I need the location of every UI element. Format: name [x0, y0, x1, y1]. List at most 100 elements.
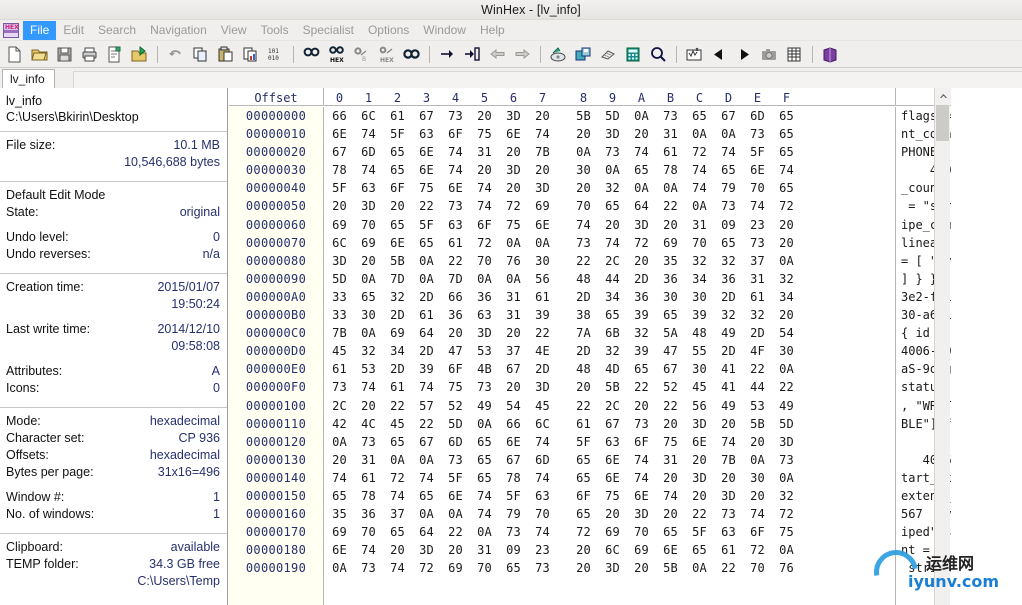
- hex-byte[interactable]: 39: [412, 360, 441, 378]
- hex-byte[interactable]: 73: [598, 143, 627, 161]
- hex-byte[interactable]: 20: [528, 107, 557, 125]
- hex-byte[interactable]: 70: [743, 179, 772, 197]
- toolbar-script-button[interactable]: [682, 42, 707, 66]
- hex-byte[interactable]: 34: [598, 288, 627, 306]
- hex-byte[interactable]: 65: [383, 161, 412, 179]
- hex-byte[interactable]: 7B: [528, 143, 557, 161]
- hex-byte[interactable]: 63: [598, 433, 627, 451]
- hex-row[interactable]: 42 4C 45 22 5D 0A 66 6C 61 67 73 20 3D 20 5B 5D: [325, 415, 891, 433]
- menu-item-tools[interactable]: Tools: [254, 21, 296, 40]
- hex-row[interactable]: 0A 73 74 72 69 70 65 73 20 3D 20 5B 0A 22 70 76: [325, 559, 891, 577]
- hex-byte[interactable]: 53: [743, 397, 772, 415]
- hex-byte[interactable]: 65: [354, 288, 383, 306]
- hex-byte[interactable]: 5B: [743, 415, 772, 433]
- hex-byte[interactable]: 54: [499, 397, 528, 415]
- hex-byte[interactable]: 73: [441, 197, 470, 215]
- hex-byte[interactable]: 30: [569, 161, 598, 179]
- hex-byte[interactable]: 0A: [470, 523, 499, 541]
- hex-row[interactable]: 6E 74 20 3D 20 31 09 23 20 6C 69 6E 65 61 72 0A: [325, 541, 891, 559]
- hex-byte[interactable]: 0A: [412, 451, 441, 469]
- hex-byte[interactable]: 69: [441, 559, 470, 577]
- hex-byte[interactable]: 0A: [714, 125, 743, 143]
- hex-byte[interactable]: 37: [743, 252, 772, 270]
- hex-byte[interactable]: 3D: [598, 125, 627, 143]
- hex-byte[interactable]: 09: [714, 216, 743, 234]
- hex-byte[interactable]: 20: [685, 487, 714, 505]
- hex-byte[interactable]: 6E: [325, 541, 354, 559]
- hex-byte[interactable]: 30: [772, 342, 801, 360]
- hex-row[interactable]: 33 65 32 2D 66 36 31 61 2D 34 36 30 30 2D 61 34: [325, 288, 891, 306]
- hex-byte[interactable]: 6D: [441, 433, 470, 451]
- vertical-scrollbar[interactable]: [934, 88, 951, 605]
- hex-byte[interactable]: 74: [412, 469, 441, 487]
- hex-byte[interactable]: 0A: [499, 234, 528, 252]
- hex-byte[interactable]: 52: [441, 397, 470, 415]
- hex-byte[interactable]: 74: [598, 234, 627, 252]
- hex-byte[interactable]: 0A: [772, 252, 801, 270]
- hex-byte[interactable]: 70: [470, 559, 499, 577]
- hex-byte[interactable]: 74: [470, 179, 499, 197]
- hex-byte[interactable]: 32: [627, 324, 656, 342]
- hex-byte[interactable]: 20: [325, 451, 354, 469]
- hex-byte[interactable]: 72: [772, 505, 801, 523]
- hex-byte[interactable]: 5D: [441, 415, 470, 433]
- hex-byte[interactable]: 73: [354, 433, 383, 451]
- menu-item-edit[interactable]: Edit: [56, 21, 91, 40]
- hex-byte[interactable]: 74: [627, 469, 656, 487]
- hex-byte[interactable]: 35: [656, 252, 685, 270]
- hex-byte[interactable]: 57: [412, 397, 441, 415]
- hex-byte[interactable]: 30: [743, 469, 772, 487]
- hex-byte[interactable]: 65: [412, 234, 441, 252]
- hex-byte[interactable]: 63: [441, 216, 470, 234]
- hex-byte[interactable]: 45: [325, 342, 354, 360]
- hex-byte[interactable]: 74: [685, 179, 714, 197]
- hex-byte[interactable]: 74: [470, 505, 499, 523]
- hex-byte[interactable]: 74: [470, 197, 499, 215]
- hex-byte[interactable]: 61: [743, 288, 772, 306]
- hex-byte[interactable]: 65: [772, 107, 801, 125]
- hex-byte[interactable]: 6E: [685, 433, 714, 451]
- hex-byte[interactable]: 53: [470, 342, 499, 360]
- hex-byte[interactable]: 22: [412, 415, 441, 433]
- hex-byte[interactable]: 2D: [412, 342, 441, 360]
- hex-byte[interactable]: 20: [499, 378, 528, 396]
- hex-byte[interactable]: 74: [743, 505, 772, 523]
- hex-byte[interactable]: 65: [714, 234, 743, 252]
- hex-byte[interactable]: 45: [685, 378, 714, 396]
- hex-byte[interactable]: 33: [325, 306, 354, 324]
- hex-byte[interactable]: 65: [569, 505, 598, 523]
- hex-byte[interactable]: 0A: [412, 505, 441, 523]
- hex-byte[interactable]: 37: [499, 342, 528, 360]
- hex-byte[interactable]: 20: [569, 179, 598, 197]
- hex-byte[interactable]: 3D: [627, 505, 656, 523]
- hex-byte[interactable]: 36: [627, 288, 656, 306]
- hex-byte[interactable]: 3D: [685, 469, 714, 487]
- hex-byte[interactable]: 69: [627, 541, 656, 559]
- hex-editor-view[interactable]: Offset 0123456789ABCDEF 00000000 00000010…: [229, 88, 1022, 605]
- hex-byte[interactable]: 32: [685, 252, 714, 270]
- hex-byte[interactable]: 67: [714, 107, 743, 125]
- hex-byte[interactable]: 73: [714, 505, 743, 523]
- hex-byte[interactable]: 2D: [569, 342, 598, 360]
- hex-byte[interactable]: 65: [714, 161, 743, 179]
- hex-byte[interactable]: 49: [772, 397, 801, 415]
- hex-byte[interactable]: 4F: [743, 342, 772, 360]
- hex-byte[interactable]: 67: [325, 143, 354, 161]
- hex-byte[interactable]: 20: [470, 107, 499, 125]
- hex-byte[interactable]: 75: [412, 179, 441, 197]
- hex-byte[interactable]: 22: [528, 324, 557, 342]
- hex-byte[interactable]: 30: [528, 252, 557, 270]
- hex-byte[interactable]: 75: [470, 125, 499, 143]
- hex-byte[interactable]: 4B: [470, 360, 499, 378]
- hex-byte[interactable]: 74: [412, 378, 441, 396]
- hex-byte[interactable]: 0A: [598, 161, 627, 179]
- hex-byte[interactable]: 36: [441, 306, 470, 324]
- hex-byte[interactable]: 61: [354, 469, 383, 487]
- hex-byte[interactable]: 30: [685, 288, 714, 306]
- hex-row[interactable]: 65 78 74 65 6E 74 5F 63 6F 75 6E 74 20 3D 20 32: [325, 487, 891, 505]
- tab-lv-info[interactable]: lv_info: [2, 69, 55, 88]
- hex-byte[interactable]: 38: [569, 306, 598, 324]
- hex-byte[interactable]: 74: [383, 487, 412, 505]
- hex-byte[interactable]: 63: [354, 179, 383, 197]
- hex-byte[interactable]: 65: [685, 107, 714, 125]
